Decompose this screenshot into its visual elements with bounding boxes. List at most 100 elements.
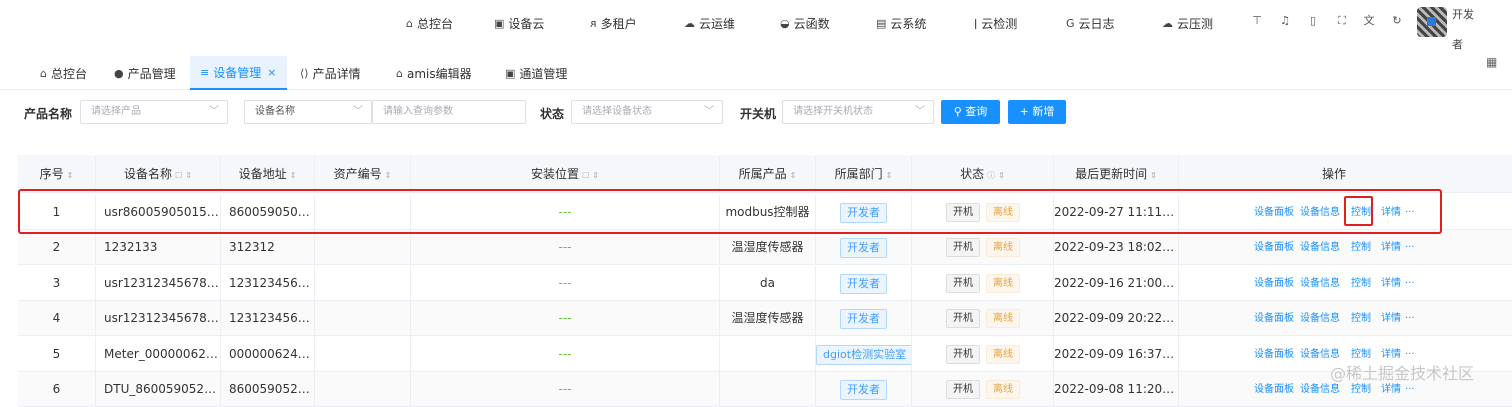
sort-icon[interactable]: ⇕	[886, 171, 893, 180]
power-tag: 开机	[946, 380, 980, 399]
device-icon: ▣	[494, 16, 505, 30]
chevron-down-icon: ﹀	[704, 106, 714, 117]
fullscreen-icon[interactable]: ⛶	[1335, 14, 1349, 28]
add-button[interactable]: + 新增	[1008, 100, 1066, 124]
device-panel-link[interactable]: 设备面板	[1254, 230, 1294, 265]
search-button[interactable]: ⚲ 查询	[941, 100, 1000, 124]
user-name[interactable]: 开发者	[1452, 0, 1482, 60]
column-header[interactable]: 所属部门 ⇕	[816, 155, 912, 193]
device-panel-link[interactable]: 设备面板	[1254, 301, 1294, 336]
document-icon[interactable]: ▯	[1306, 14, 1320, 28]
more-icon[interactable]: ···	[1405, 301, 1415, 336]
nav-item-cloud-ops[interactable]: ☁ 云运维	[684, 14, 735, 32]
tab-device-management[interactable]: ≡ 设备管理 ×	[190, 56, 287, 90]
sort-icon[interactable]: ⇕	[592, 171, 599, 180]
bell-icon[interactable]: ♫	[1278, 14, 1292, 28]
column-header[interactable]: 设备地址 ⇕	[221, 155, 315, 193]
table-row[interactable]: 6DTU_8600590527887058600590527... --- 开发者 开…	[18, 372, 1512, 407]
nav-item-multi-tenant[interactable]: ᴙ 多租户	[590, 14, 637, 32]
nav-item-device-cloud[interactable]: ▣ 设备云	[494, 14, 544, 32]
tab-amis-editor[interactable]: ⌂ amis编辑器	[386, 56, 482, 90]
translate-icon[interactable]: 文	[1362, 14, 1376, 28]
device-info-link[interactable]: 设备信息	[1300, 230, 1340, 265]
control-link[interactable]: 控制	[1351, 230, 1371, 265]
nav-item-cloud-detect[interactable]: ǀ 云检测	[974, 14, 1017, 32]
tab-product-management[interactable]: ● 产品管理	[104, 56, 186, 90]
device-panel-link[interactable]: 设备面板	[1254, 337, 1294, 372]
column-header[interactable]: 序号 ⇕	[18, 155, 96, 193]
edit-icon: ☐	[582, 171, 590, 180]
product-icon: ●	[114, 66, 124, 80]
cell-location: ---	[411, 265, 720, 301]
cell-name: DTU_860059052788705	[96, 372, 221, 407]
nav-item-console[interactable]: ⌂ 总控台	[406, 14, 453, 32]
close-icon[interactable]: ×	[267, 66, 276, 79]
cell-address: 000000624309	[221, 336, 315, 372]
device-field-value: 设备名称	[255, 106, 295, 117]
control-link[interactable]: 控制	[1351, 301, 1371, 336]
device-panel-link[interactable]: 设备面板	[1254, 372, 1294, 407]
detail-link[interactable]: 详情	[1381, 230, 1401, 265]
nav-item-cloud-function[interactable]: ◒ 云函数	[780, 14, 830, 32]
power-tag: 开机	[946, 344, 980, 364]
tab-label: 设备管理	[213, 65, 262, 80]
table-row[interactable]: 3usr1231234567897651231234567... ---da 开发者…	[18, 265, 1512, 301]
tab-channel-management[interactable]: ▣ 通道管理	[495, 56, 577, 90]
column-header[interactable]: 状态 ⓘ ⇕	[912, 155, 1054, 193]
table-row[interactable]: 5Meter_000000624309000000624309 --- dgiot检…	[18, 336, 1512, 372]
nav-item-cloud-log[interactable]: G 云日志	[1066, 14, 1115, 32]
column-header: 操作	[1321, 167, 1346, 181]
cell-index: 5	[18, 336, 96, 372]
more-icon[interactable]: ···	[1405, 230, 1415, 265]
tab-product-detail[interactable]: ⟨⟩ 产品详情	[290, 56, 371, 90]
sort-icon[interactable]: ⇕	[185, 171, 192, 180]
table-header: 序号 ⇕ 设备名称 ☐ ⇕ 设备地址 ⇕ 资产编号 ⇕ 安装位置 ☐ ⇕ 所属产品 ⇕ 所属部门…	[18, 155, 1512, 193]
cell-updated: 2022-09-16 21:00:35	[1054, 265, 1179, 301]
dept-tag: dgiot检测实验室	[816, 344, 911, 365]
nav-item-cloud-stress[interactable]: ☁ 云压测	[1162, 14, 1213, 32]
product-label: 产品名称	[24, 107, 73, 121]
device-info-link[interactable]: 设备信息	[1300, 301, 1340, 336]
cell-name: Meter_000000624309	[96, 336, 221, 372]
tab-label: 产品详情	[312, 66, 361, 81]
more-icon[interactable]: ···	[1405, 266, 1415, 301]
control-link[interactable]: 控制	[1351, 266, 1371, 301]
refresh-icon[interactable]: ↻	[1390, 14, 1404, 28]
cell-index: 3	[18, 265, 96, 301]
sort-icon[interactable]: ⇕	[998, 171, 1005, 180]
nav-label: 总控台	[416, 16, 453, 31]
device-field-select[interactable]: 设备名称 ﹀	[244, 100, 372, 124]
column-header[interactable]: 设备名称 ☐ ⇕	[96, 155, 221, 193]
detail-link[interactable]: 详情	[1381, 266, 1401, 301]
cell-location: ---	[411, 336, 720, 372]
detail-link[interactable]: 详情	[1381, 301, 1401, 336]
cloud-function-icon: ◒	[780, 16, 790, 30]
cell-asset	[315, 301, 411, 337]
device-info-link[interactable]: 设备信息	[1300, 266, 1340, 301]
status-select[interactable]: 请选择设备状态 ﹀	[571, 100, 723, 124]
highlight-box	[18, 189, 1442, 234]
tree-icon[interactable]: ⊤	[1250, 14, 1264, 28]
query-input[interactable]: 请输入查询参数	[372, 100, 526, 124]
sort-icon[interactable]: ⇕	[290, 171, 297, 180]
tab-console[interactable]: ⌂ 总控台	[30, 56, 97, 90]
sort-icon[interactable]: ⇕	[790, 171, 797, 180]
sort-icon[interactable]: ⇕	[67, 171, 74, 180]
product-select[interactable]: 请选择产品 ﹀	[80, 100, 228, 124]
table-row[interactable]: 2 1232133 312312 --- 温湿度传感器 开发者 开机 离线 2022-09-23…	[18, 230, 1512, 266]
device-panel-link[interactable]: 设备面板	[1254, 266, 1294, 301]
avatar[interactable]	[1417, 7, 1447, 37]
sort-icon[interactable]: ⇕	[385, 171, 392, 180]
sort-icon[interactable]: ⇕	[1150, 171, 1157, 180]
tab-bar: ⌂ 总控台 ● 产品管理 ≡ 设备管理 × ⟨⟩ 产品详情 ⌂ amis编辑器 ▣ 通道管理	[0, 54, 1512, 90]
table-row[interactable]: 4usr1231234567897651231234567... ---温湿度传感…	[18, 301, 1512, 337]
grid-icon[interactable]: ▦	[1486, 55, 1497, 69]
switch-select[interactable]: 请选择开关机状态 ﹀	[782, 100, 934, 124]
nav-item-cloud-system[interactable]: ▤ 云系统	[876, 14, 926, 32]
cell-name: usr123123456789765	[96, 265, 221, 301]
column-header[interactable]: 资产编号 ⇕	[315, 155, 411, 193]
column-header[interactable]: 最后更新时间 ⇕	[1054, 155, 1179, 193]
column-header[interactable]: 所属产品 ⇕	[720, 155, 816, 193]
column-header[interactable]: 安装位置 ☐ ⇕	[411, 155, 720, 193]
status-placeholder: 请选择设备状态	[582, 106, 652, 117]
